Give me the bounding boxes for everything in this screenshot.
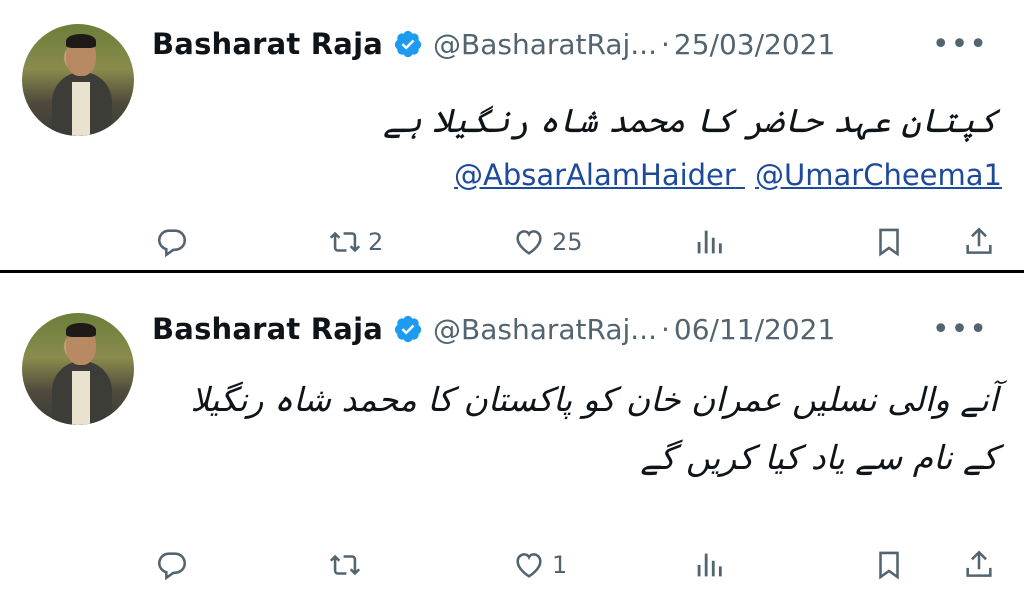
avatar[interactable] — [22, 24, 134, 136]
bookmark-icon — [879, 228, 899, 257]
like-button[interactable]: 1 — [512, 543, 567, 587]
retweet-button[interactable]: 2 — [328, 220, 383, 264]
author-handle[interactable]: @BasharatRaj... — [433, 313, 657, 346]
views-icon — [697, 553, 722, 577]
verified-badge-icon — [393, 29, 423, 59]
author-handle[interactable]: @BasharatRaj... — [433, 28, 657, 61]
reply-button[interactable] — [155, 543, 189, 587]
tweet-actions: 2 25 — [0, 220, 1024, 264]
views-button[interactable] — [692, 543, 726, 587]
more-options-icon[interactable]: ••• — [932, 24, 988, 64]
bookmark-button[interactable] — [872, 220, 906, 264]
mention-link[interactable]: @AbsarAlamHaider — [454, 158, 736, 192]
reply-icon — [157, 229, 187, 258]
like-count: 25 — [552, 228, 583, 256]
tweet-date[interactable]: 06/11/2021 — [674, 313, 835, 346]
bookmark-button[interactable] — [872, 543, 906, 587]
tweet-actions: 1 — [0, 543, 1024, 587]
tweet-text: کپتان عہد حاضر کا محمد شاہ رنگیلا ہے — [383, 101, 998, 140]
retweet-count: 2 — [368, 228, 384, 256]
author-name[interactable]: Basharat Raja — [152, 27, 383, 61]
separator-dot: · — [661, 27, 670, 61]
reply-button[interactable] — [155, 220, 189, 264]
reply-icon — [157, 552, 187, 581]
share-icon — [966, 227, 992, 254]
tweet-text: آنے والی نسلیں عمران خان کو پاکستان کا م… — [190, 380, 998, 477]
like-count: 1 — [552, 551, 568, 579]
retweet-button[interactable] — [328, 543, 368, 587]
like-icon — [516, 553, 542, 578]
views-button[interactable] — [692, 220, 726, 264]
tweet-card[interactable]: Basharat Raja @BasharatRaj... · 25/03/20… — [0, 0, 1024, 270]
avatar[interactable] — [22, 313, 134, 425]
separator-dot: · — [661, 312, 670, 346]
share-button[interactable] — [962, 543, 996, 587]
more-options-icon[interactable]: ••• — [932, 309, 988, 349]
share-icon — [966, 550, 992, 577]
tweet-header: Basharat Raja @BasharatRaj... · 25/03/20… — [152, 24, 835, 64]
views-icon — [697, 230, 722, 254]
tweet-mentions: @AbsarAlamHaider @UmarCheema1 — [444, 158, 1002, 192]
like-icon — [516, 230, 542, 255]
like-button[interactable]: 25 — [512, 220, 583, 264]
tweet-header: Basharat Raja @BasharatRaj... · 06/11/20… — [152, 309, 835, 349]
tweet-divider — [0, 270, 1024, 285]
retweet-icon — [329, 554, 361, 576]
author-name[interactable]: Basharat Raja — [152, 312, 383, 346]
tweet-card[interactable]: Basharat Raja @BasharatRaj... · 06/11/20… — [0, 285, 1024, 590]
tweet-date[interactable]: 25/03/2021 — [674, 28, 835, 61]
retweet-icon — [329, 231, 361, 253]
bookmark-icon — [879, 551, 899, 580]
share-button[interactable] — [962, 220, 996, 264]
verified-badge-icon — [393, 314, 423, 344]
mention-link[interactable]: @UmarCheema1 — [755, 158, 1002, 192]
